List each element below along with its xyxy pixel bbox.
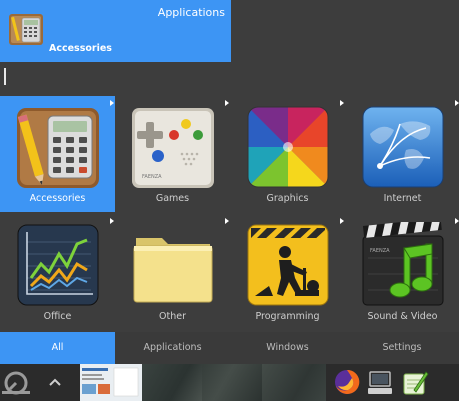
- tab-applications[interactable]: Applications: [115, 332, 230, 364]
- show-hidden-arrow-icon[interactable]: [42, 364, 68, 401]
- graphics-color-wheel-icon: [247, 106, 329, 188]
- taskbar: [0, 364, 459, 401]
- category-label: Internet: [383, 193, 422, 204]
- category-other[interactable]: Other: [115, 214, 230, 330]
- submenu-arrow-icon: [340, 100, 344, 106]
- category-label: Graphics: [266, 193, 309, 204]
- category-accessories[interactable]: Accessories: [0, 96, 115, 212]
- internet-globe-icon: [362, 106, 444, 188]
- menu-header: Applications Accessories: [0, 0, 231, 62]
- tab-all[interactable]: All: [0, 332, 115, 364]
- workspace-thumbnail[interactable]: [202, 364, 262, 401]
- submenu-arrow-icon: [110, 218, 114, 224]
- firefox-icon[interactable]: [330, 364, 364, 401]
- category-internet[interactable]: Internet: [345, 96, 459, 212]
- text-cursor: [4, 68, 6, 85]
- submenu-arrow-icon: [455, 218, 459, 224]
- search-input[interactable]: [0, 62, 459, 94]
- submenu-arrow-icon: [225, 100, 229, 106]
- header-title: Applications: [157, 6, 225, 19]
- computer-icon[interactable]: [366, 364, 394, 401]
- games-gamepad-icon: FAENZA: [132, 108, 214, 188]
- clapper-text: FAENZA: [370, 248, 390, 254]
- text-editor-icon[interactable]: [400, 364, 430, 401]
- category-label: Office: [43, 311, 72, 322]
- submenu-arrow-icon: [340, 218, 344, 224]
- submenu-arrow-icon: [225, 218, 229, 224]
- filter-tabs: All Applications Windows Settings: [0, 332, 459, 364]
- accessories-calculator-icon: [17, 108, 99, 188]
- folder-icon: [133, 238, 213, 303]
- workspace-thumbnail[interactable]: [80, 364, 142, 401]
- tab-windows[interactable]: Windows: [230, 332, 345, 364]
- office-chart-icon: [17, 224, 99, 306]
- category-grid: Accessories FAENZA Games Graphics Intern…: [0, 96, 459, 332]
- accessories-calculator-icon: [9, 14, 43, 45]
- category-label: Programming: [255, 311, 320, 322]
- category-label: Accessories: [29, 193, 86, 204]
- tab-settings[interactable]: Settings: [345, 332, 459, 364]
- category-label: Sound & Video: [367, 311, 438, 322]
- submenu-arrow-icon: [110, 100, 114, 106]
- category-sound-video[interactable]: FAENZA Sound & Video: [345, 214, 459, 330]
- construction-sign-icon: [247, 224, 329, 306]
- workspace-preview: [82, 367, 139, 397]
- submenu-arrow-icon: [455, 100, 459, 106]
- workspace-thumbnail[interactable]: [262, 364, 326, 401]
- app-menu: Applications Accessories Accessories FAE…: [0, 0, 459, 401]
- menu-launcher-icon[interactable]: [0, 364, 36, 401]
- category-programming[interactable]: Programming: [230, 214, 345, 330]
- category-games[interactable]: FAENZA Games: [115, 96, 230, 212]
- workspace-thumbnail[interactable]: [142, 364, 202, 401]
- category-office[interactable]: Office: [0, 214, 115, 330]
- category-label: Other: [159, 311, 186, 322]
- clapperboard-music-icon: FAENZA: [362, 222, 444, 306]
- game-icon-text: FAENZA: [142, 174, 162, 180]
- category-graphics[interactable]: Graphics: [230, 96, 345, 212]
- category-label: Games: [155, 193, 190, 204]
- header-selected-category: Accessories: [49, 43, 112, 54]
